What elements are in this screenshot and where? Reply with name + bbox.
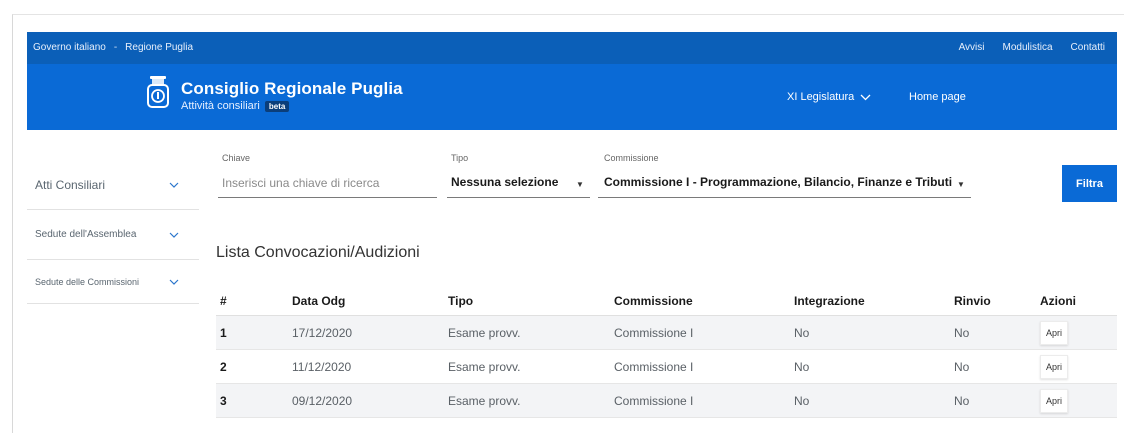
col-commissione: Commissione (614, 293, 693, 308)
row-rinvio: No (954, 359, 970, 374)
link-regione-puglia[interactable]: Regione Puglia (125, 42, 193, 53)
row-data-odg: 17/12/2020 (292, 325, 353, 340)
convocazioni-table: # Data Odg Tipo Commissione Integrazione… (216, 286, 1117, 418)
commissione-underline (598, 197, 971, 198)
commissione-caret-icon: ▼ (957, 180, 965, 189)
row-tipo: Esame provv. (448, 359, 521, 374)
col-data-odg: Data Odg (292, 293, 346, 308)
row-integrazione: No (794, 359, 810, 374)
chevron-down-icon (169, 232, 179, 238)
sidebar-item-atti-consiliari[interactable]: Atti Consiliari (27, 160, 199, 210)
row-commissione: Commissione I (614, 325, 694, 340)
chevron-down-icon (860, 94, 871, 100)
separator: - (113, 42, 118, 53)
apri-button[interactable]: Apri (1040, 388, 1069, 413)
commissione-label: Commissione (604, 153, 659, 163)
row-commissione: Commissione I (614, 359, 694, 374)
col-azioni: Azioni (1040, 293, 1076, 308)
sidebar: Atti Consiliari Sedute dell'Assemblea Se… (27, 160, 199, 304)
main-header: Consiglio Regionale Puglia Attività cons… (27, 64, 1117, 130)
commissione-select[interactable]: Commissione I - Programmazione, Bilancio… (604, 175, 952, 189)
tipo-select[interactable]: Nessuna selezione (451, 175, 558, 189)
home-page-link[interactable]: Home page (909, 91, 966, 103)
chevron-down-icon (169, 279, 179, 285)
row-commissione: Commissione I (614, 393, 694, 408)
tipo-caret-icon: ▼ (576, 180, 584, 189)
table-header: # Data Odg Tipo Commissione Integrazione… (216, 286, 1117, 316)
row-rinvio: No (954, 393, 970, 408)
link-avvisi[interactable]: Avvisi (959, 42, 985, 53)
link-modulistica[interactable]: Modulistica (1003, 42, 1053, 53)
row-data-odg: 11/12/2020 (292, 359, 352, 374)
col-tipo: Tipo (448, 293, 474, 308)
row-data-odg: 09/12/2020 (292, 393, 353, 408)
row-integrazione: No (794, 393, 810, 408)
chevron-down-icon (169, 182, 179, 188)
row-number: 1 (220, 325, 227, 340)
top-utility-bar: Governo italiano - Regione Puglia Avvisi… (27, 32, 1117, 64)
col-number: # (220, 293, 227, 308)
council-logo-icon[interactable] (147, 75, 169, 109)
beta-badge: beta (264, 100, 290, 112)
row-tipo: Esame provv. (448, 325, 521, 340)
chiave-underline (218, 197, 437, 198)
row-number: 3 (220, 393, 227, 408)
site-subtitle: Attività consiliari beta (181, 100, 290, 112)
legislatura-dropdown[interactable]: XI Legislatura (787, 91, 871, 103)
sidebar-item-label: Sedute dell'Assemblea (35, 229, 137, 240)
list-title: Lista Convocazioni/Audizioni (216, 244, 420, 261)
chiave-search-input[interactable]: Inserisci una chiave di ricerca (222, 176, 379, 190)
tipo-label: Tipo (451, 153, 469, 163)
row-rinvio: No (954, 325, 970, 340)
row-integrazione: No (794, 325, 810, 340)
apri-button[interactable]: Apri (1040, 320, 1069, 345)
sidebar-item-sedute-assemblea[interactable]: Sedute dell'Assemblea (27, 210, 199, 260)
link-contatti[interactable]: Contatti (1071, 42, 1105, 53)
table-row: 1 17/12/2020 Esame provv. Commissione I … (216, 316, 1117, 350)
table-row: 3 09/12/2020 Esame provv. Commissione I … (216, 384, 1117, 418)
tipo-underline (447, 197, 590, 198)
subtitle-text: Attività consiliari (181, 100, 260, 112)
site-title[interactable]: Consiglio Regionale Puglia (181, 79, 403, 99)
table-row: 2 11/12/2020 Esame provv. Commissione I … (216, 350, 1117, 384)
legislatura-label: XI Legislatura (787, 91, 855, 103)
apri-button[interactable]: Apri (1040, 354, 1069, 379)
filtra-button[interactable]: Filtra (1062, 165, 1117, 202)
row-tipo: Esame provv. (448, 393, 521, 408)
sidebar-item-sedute-commissioni[interactable]: Sedute delle Commissioni (27, 260, 199, 304)
sidebar-item-label: Atti Consiliari (35, 177, 106, 192)
chiave-label: Chiave (222, 153, 251, 163)
col-integrazione: Integrazione (794, 293, 865, 308)
sidebar-item-label: Sedute delle Commissioni (35, 276, 140, 287)
link-governo-italiano[interactable]: Governo italiano (33, 42, 106, 53)
col-rinvio: Rinvio (954, 293, 991, 308)
row-number: 2 (220, 359, 227, 374)
